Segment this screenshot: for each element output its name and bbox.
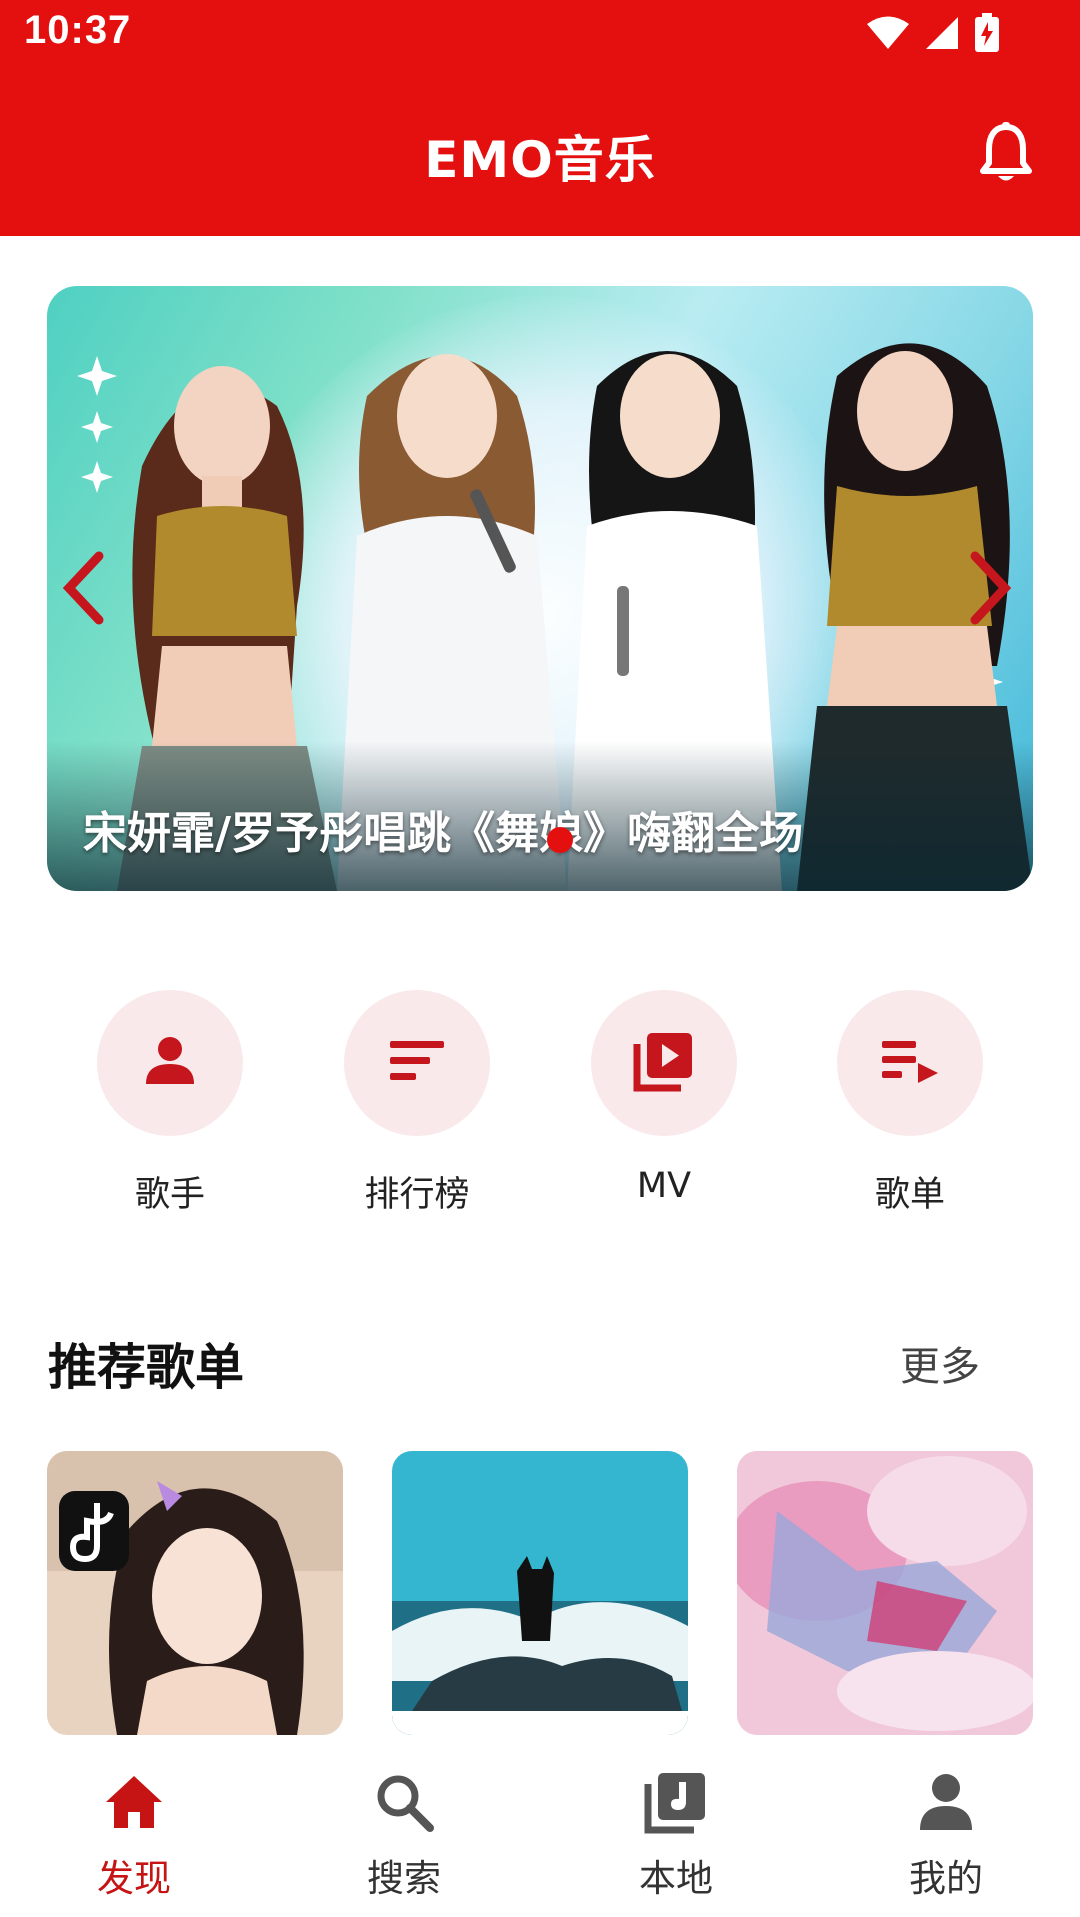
nav-item-discover[interactable]: 发现 xyxy=(34,1742,234,1917)
category-label: MV xyxy=(636,1166,692,1206)
person-icon xyxy=(914,1770,978,1834)
playlist-card[interactable] xyxy=(47,1451,343,1735)
category-row: 歌手 排行榜 MV 歌单 xyxy=(0,990,1080,1215)
wifi-icon xyxy=(866,15,910,51)
ranking-icon xyxy=(388,1039,446,1087)
playlist-play-icon xyxy=(880,1039,940,1087)
bell-icon xyxy=(976,122,1036,189)
bottom-nav: 发现 搜索 本地 我的 xyxy=(0,1742,1080,1917)
video-library-icon xyxy=(633,1030,695,1096)
nav-label: 本地 xyxy=(639,1857,713,1900)
nav-item-local[interactable]: 本地 xyxy=(576,1742,776,1917)
category-icon-circle xyxy=(344,990,490,1136)
status-time: 10:37 xyxy=(24,8,132,52)
more-link[interactable]: 更多 xyxy=(900,1334,980,1392)
chevron-left-icon xyxy=(59,551,109,632)
nav-item-search[interactable]: 搜索 xyxy=(304,1742,504,1917)
search-icon xyxy=(372,1770,436,1834)
category-label: 歌单 xyxy=(874,1175,945,1215)
playlist-cover-image xyxy=(47,1451,343,1735)
music-library-icon xyxy=(644,1770,708,1834)
playlist-row xyxy=(47,1451,1033,1735)
section-title: 推荐歌单 xyxy=(48,1339,245,1396)
playlist-cover-image xyxy=(737,1451,1033,1735)
person-icon xyxy=(143,1034,197,1092)
battery-charging-icon xyxy=(974,13,1000,53)
banner-carousel[interactable]: 宋妍霏/罗予彤唱跳《舞娘》嗨翻全场 xyxy=(47,286,1033,891)
category-singers[interactable]: 歌手 xyxy=(50,990,290,1215)
banner-next-button[interactable] xyxy=(965,548,1015,628)
notifications-button[interactable] xyxy=(976,121,1036,185)
category-icon-circle xyxy=(97,990,243,1136)
app-title: EMO音乐 xyxy=(424,131,656,189)
playlist-card[interactable] xyxy=(392,1451,688,1735)
banner-indicator-dot[interactable] xyxy=(547,827,573,853)
signal-icon xyxy=(924,15,960,51)
category-playlists[interactable]: 歌单 xyxy=(790,990,1030,1215)
status-bar: 10:37 xyxy=(0,0,1080,66)
category-icon-circle xyxy=(591,990,737,1136)
home-icon xyxy=(102,1770,166,1834)
banner-caption[interactable]: 宋妍霏/罗予彤唱跳《舞娘》嗨翻全场 xyxy=(83,797,803,861)
category-label: 歌手 xyxy=(134,1175,205,1215)
nav-label: 发现 xyxy=(97,1857,171,1900)
chevron-right-icon xyxy=(965,551,1015,632)
category-label: 排行榜 xyxy=(364,1175,470,1215)
playlist-cover-image xyxy=(392,1451,688,1735)
status-icons xyxy=(866,10,1000,56)
playlist-card[interactable] xyxy=(737,1451,1033,1735)
app-header: EMO音乐 xyxy=(0,66,1080,236)
nav-label: 搜索 xyxy=(367,1857,441,1900)
category-icon-circle xyxy=(837,990,983,1136)
nav-label: 我的 xyxy=(909,1857,983,1900)
banner-prev-button[interactable] xyxy=(59,548,109,628)
category-charts[interactable]: 排行榜 xyxy=(297,990,537,1215)
category-mv[interactable]: MV xyxy=(544,990,784,1210)
nav-item-mine[interactable]: 我的 xyxy=(846,1742,1046,1917)
